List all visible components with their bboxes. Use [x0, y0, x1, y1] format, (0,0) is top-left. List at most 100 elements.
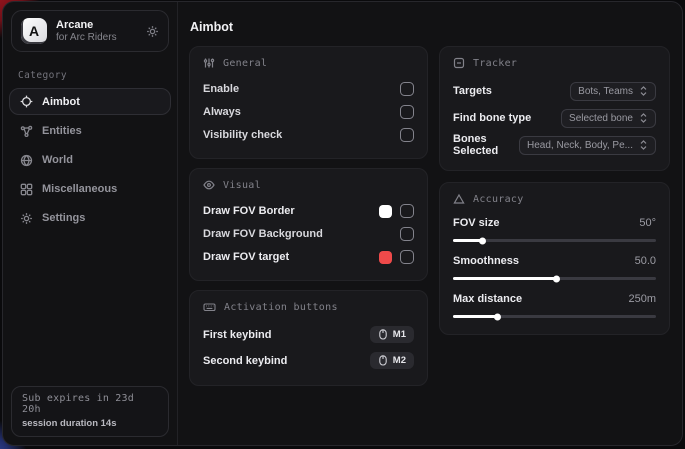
targets-dropdown[interactable]: Bots, Teams	[570, 82, 656, 101]
setting-label: FOV size	[453, 217, 499, 229]
dropdown-value: Head, Neck, Body, Pe...	[527, 140, 633, 151]
fov-size-slider-group: FOV size 50°	[453, 214, 656, 242]
sidebar-item-aimbot[interactable]: Aimbot	[9, 88, 171, 115]
gear-icon[interactable]	[146, 25, 159, 38]
settings-gear-icon	[20, 212, 33, 225]
sidebar-item-label: Settings	[42, 212, 85, 224]
globe-icon	[20, 154, 33, 167]
setting-row-enable: Enable	[203, 78, 414, 100]
sidebar-nav: Aimbot Entities World	[3, 88, 177, 234]
sidebar-item-settings[interactable]: Settings	[9, 205, 171, 231]
max-distance-slider[interactable]	[453, 315, 656, 318]
brand-logo: A	[21, 18, 47, 44]
eye-icon	[203, 179, 215, 191]
setting-row-fov-background: Draw FOV Background	[203, 223, 414, 245]
sidebar-item-label: Entities	[42, 125, 82, 137]
activation-section: Activation buttons First keybind M1	[189, 290, 428, 386]
section-title: Activation buttons	[224, 302, 338, 313]
first-keybind-button[interactable]: M1	[370, 326, 414, 343]
brand-subtitle: for Arc Riders	[56, 32, 137, 44]
keyboard-icon	[203, 301, 216, 313]
brand-name: Arcane	[56, 19, 137, 32]
setting-label: Visibility check	[203, 129, 282, 141]
crosshair-icon	[20, 95, 33, 108]
sidebar: A Arcane for Arc Riders Category	[3, 2, 178, 445]
section-title: Accuracy	[473, 194, 524, 205]
chevron-up-down-icon	[639, 113, 648, 123]
fov-target-checkbox[interactable]	[400, 250, 414, 264]
setting-row-visibility-check: Visibility check	[203, 124, 414, 146]
setting-row-first-keybind: First keybind M1	[203, 322, 414, 347]
setting-label: Enable	[203, 83, 239, 95]
dropdown-value: Selected bone	[569, 113, 633, 124]
visual-section: Visual Draw FOV Border Draw FOV Backgrou…	[189, 168, 428, 281]
general-section: General Enable Always Visibility check	[189, 46, 428, 159]
visibility-check-checkbox[interactable]	[400, 128, 414, 142]
slider-thumb[interactable]	[553, 275, 560, 282]
slider-thumb[interactable]	[494, 313, 501, 320]
slider-value: 250m	[628, 293, 656, 305]
sliders-icon	[203, 57, 215, 69]
fov-size-slider[interactable]	[453, 239, 656, 242]
fov-border-checkbox[interactable]	[400, 204, 414, 218]
setting-row-fov-target: Draw FOV target	[203, 246, 414, 268]
always-checkbox[interactable]	[400, 105, 414, 119]
setting-label: Targets	[453, 85, 492, 97]
brand-card: A Arcane for Arc Riders	[11, 10, 169, 52]
main-content: Aimbot General	[178, 2, 682, 445]
section-title: Visual	[223, 180, 261, 191]
setting-row-bones-selected: Bones Selected Head, Neck, Body, Pe...	[453, 132, 656, 158]
setting-row-find-bone-type: Find bone type Selected bone	[453, 105, 656, 131]
setting-label: Smoothness	[453, 255, 519, 267]
setting-row-fov-border: Draw FOV Border	[203, 200, 414, 222]
keybind-value: M2	[393, 355, 406, 366]
sidebar-item-world[interactable]: World	[9, 147, 171, 173]
slider-thumb[interactable]	[479, 237, 486, 244]
setting-label: Draw FOV Border	[203, 205, 295, 217]
app-window: A Arcane for Arc Riders Category	[2, 1, 683, 446]
setting-label: First keybind	[203, 329, 271, 341]
sidebar-item-miscellaneous[interactable]: Miscellaneous	[9, 176, 171, 202]
find-bone-type-dropdown[interactable]: Selected bone	[561, 109, 656, 128]
square-minus-icon	[453, 57, 465, 69]
enable-checkbox[interactable]	[400, 82, 414, 96]
setting-row-targets: Targets Bots, Teams	[453, 78, 656, 104]
session-duration: session duration 14s	[22, 418, 158, 429]
bones-selected-dropdown[interactable]: Head, Neck, Body, Pe...	[519, 136, 656, 155]
fov-background-checkbox[interactable]	[400, 227, 414, 241]
grid-icon	[20, 183, 33, 196]
slider-value: 50.0	[635, 255, 656, 267]
second-keybind-button[interactable]: M2	[370, 352, 414, 369]
entities-icon	[20, 125, 33, 138]
setting-label: Second keybind	[203, 355, 287, 367]
setting-label: Always	[203, 106, 241, 118]
accuracy-section: Accuracy FOV size 50°	[439, 182, 670, 335]
slider-value: 50°	[639, 217, 656, 229]
page-title: Aimbot	[190, 20, 670, 34]
max-distance-slider-group: Max distance 250m	[453, 290, 656, 318]
setting-row-always: Always	[203, 101, 414, 123]
subscription-card: Sub expires in 23d 20h session duration …	[11, 386, 169, 437]
chevron-up-down-icon	[639, 86, 648, 96]
sidebar-item-label: Miscellaneous	[42, 183, 117, 195]
mouse-icon	[378, 329, 388, 340]
sidebar-item-label: Aimbot	[42, 96, 80, 108]
category-label: Category	[18, 70, 177, 81]
setting-label: Draw FOV Background	[203, 228, 323, 240]
sidebar-item-entities[interactable]: Entities	[9, 118, 171, 144]
setting-label: Draw FOV target	[203, 251, 289, 263]
setting-label: Find bone type	[453, 112, 531, 124]
setting-label: Max distance	[453, 293, 522, 305]
sidebar-item-label: World	[42, 154, 73, 166]
mouse-icon	[378, 355, 388, 366]
keybind-value: M1	[393, 329, 406, 340]
chevron-up-down-icon	[639, 140, 648, 150]
tracker-section: Tracker Targets Bots, Teams	[439, 46, 670, 171]
subscription-expiry: Sub expires in 23d 20h	[22, 393, 158, 415]
section-title: Tracker	[473, 58, 517, 69]
triangle-icon	[453, 193, 465, 205]
dropdown-value: Bots, Teams	[578, 86, 633, 97]
smoothness-slider[interactable]	[453, 277, 656, 280]
color-swatch-white[interactable]	[379, 205, 392, 218]
color-swatch-red[interactable]	[379, 251, 392, 264]
